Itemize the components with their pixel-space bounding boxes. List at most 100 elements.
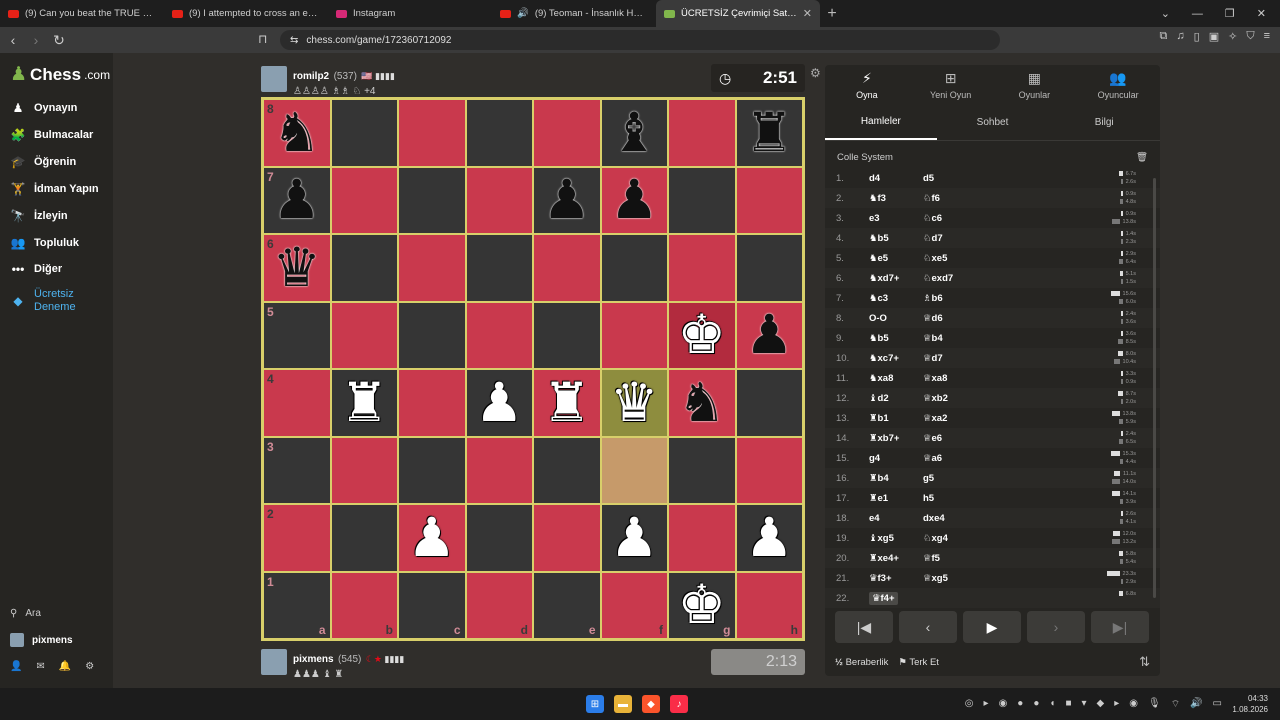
white-move[interactable]: e4 bbox=[857, 513, 923, 524]
audio-icon[interactable]: 🔊 bbox=[517, 8, 529, 19]
square-e7[interactable]: ♟ bbox=[533, 166, 601, 234]
tray-app-icon[interactable]: ● bbox=[1033, 698, 1039, 711]
player-avatar[interactable] bbox=[261, 649, 287, 675]
square-h2[interactable]: ♟ bbox=[735, 504, 803, 572]
black-move[interactable]: ♕xa8 bbox=[923, 373, 1063, 384]
white-move[interactable]: ♞b5 bbox=[857, 333, 923, 344]
square-b7[interactable] bbox=[330, 166, 398, 234]
bell-icon[interactable]: 🔔 bbox=[59, 661, 71, 672]
panel-tab[interactable]: 👥 Oyuncular bbox=[1076, 65, 1160, 105]
first-move-button[interactable]: |◀ bbox=[835, 611, 893, 643]
square-h4[interactable] bbox=[735, 369, 803, 437]
black-move[interactable]: ♘f6 bbox=[923, 193, 1063, 204]
square-b6[interactable] bbox=[330, 234, 398, 302]
chess-logo[interactable]: ♟ Chess .com bbox=[10, 63, 110, 86]
browser-tab[interactable]: (9) I attempted to cross an entire cou bbox=[164, 0, 328, 27]
square-g1[interactable]: g ♚ bbox=[668, 571, 736, 639]
square-e5[interactable] bbox=[533, 301, 601, 369]
white-king-piece[interactable]: ♚ bbox=[678, 578, 726, 632]
white-move[interactable]: ♞e5 bbox=[857, 253, 923, 264]
white-pawn-piece[interactable]: ♟ bbox=[610, 510, 658, 565]
tray-app-icon[interactable]: ■ bbox=[1065, 698, 1071, 711]
tray-app-icon[interactable]: ◖ bbox=[1049, 698, 1055, 711]
browser-tab[interactable]: (9) Can you beat the TRUE Skyblock? bbox=[0, 0, 164, 27]
square-f7[interactable]: ♟ bbox=[600, 166, 668, 234]
black-move[interactable]: g5 bbox=[923, 473, 1063, 484]
black-move[interactable]: ♗b6 bbox=[923, 293, 1063, 304]
opponent-avatar[interactable] bbox=[261, 66, 287, 92]
square-b8[interactable] bbox=[330, 99, 398, 167]
square-d2[interactable] bbox=[465, 504, 533, 572]
square-h8[interactable]: ♜ bbox=[735, 99, 803, 167]
white-pawn-piece[interactable]: ♟ bbox=[745, 510, 793, 565]
white-move[interactable]: ♜b1 bbox=[857, 413, 923, 424]
white-move[interactable]: O-O bbox=[857, 313, 923, 324]
black-move[interactable]: ♕a6 bbox=[923, 453, 1063, 464]
square-d1[interactable]: d bbox=[465, 571, 533, 639]
black-move[interactable]: ♕xg5 bbox=[923, 573, 1063, 584]
battery-icon[interactable]: ▭ bbox=[1213, 698, 1222, 711]
chess-board[interactable]: 8 ♞ ♝ ♜ 7 ♟ ♟ ♟ 6 ♛ 5 ♚ ♟ 4 ♜ ♟ ♜ ♛ ♞ 3 2 ♟ ♟ ♟ 1 a b c d e f g ♚ h bbox=[261, 97, 805, 641]
square-c7[interactable] bbox=[398, 166, 466, 234]
black-move[interactable]: ♘d7 bbox=[923, 233, 1063, 244]
square-h3[interactable] bbox=[735, 436, 803, 504]
white-rook-piece[interactable]: ♜ bbox=[543, 375, 591, 430]
square-e1[interactable]: e bbox=[533, 571, 601, 639]
black-move[interactable]: ♘xg4 bbox=[923, 533, 1063, 544]
white-move[interactable]: ♞b5 bbox=[857, 233, 923, 244]
square-g6[interactable] bbox=[668, 234, 736, 302]
white-move[interactable]: e3 bbox=[857, 213, 923, 224]
tray-app-icon[interactable]: ◎ bbox=[965, 698, 974, 711]
opponent-name[interactable]: romilp2 bbox=[293, 71, 329, 82]
sidebar-item-learn[interactable]: 🎓 Öğrenin bbox=[10, 154, 77, 170]
browser-tab[interactable]: ÜCRETSİZ Çevrimiçi Satranç Oyna ✕ bbox=[656, 0, 820, 27]
square-g5[interactable]: ♚ bbox=[668, 301, 736, 369]
sidebar-icon[interactable]: ▯ bbox=[1194, 30, 1200, 43]
black-pawn-piece[interactable]: ♟ bbox=[543, 173, 591, 227]
music-icon[interactable]: ♫ bbox=[1176, 30, 1184, 43]
sidebar-item-puzzle[interactable]: 🧩 Bulmacalar bbox=[10, 127, 94, 143]
square-d6[interactable] bbox=[465, 234, 533, 302]
black-knight-piece[interactable]: ♞ bbox=[273, 105, 321, 160]
square-a3[interactable]: 3 bbox=[263, 436, 331, 504]
square-g8[interactable] bbox=[668, 99, 736, 167]
black-move[interactable]: ♘xe5 bbox=[923, 253, 1063, 264]
tray-app-icon[interactable]: ▾ bbox=[1081, 698, 1086, 711]
square-e4[interactable]: ♜ bbox=[533, 369, 601, 437]
black-move[interactable]: dxe4 bbox=[923, 513, 1063, 524]
white-move[interactable]: ♜xe4+ bbox=[857, 553, 923, 564]
white-move[interactable]: ♜xb7+ bbox=[857, 433, 923, 444]
square-f5[interactable] bbox=[600, 301, 668, 369]
sidebar-item-community[interactable]: 👥 Topluluk bbox=[10, 235, 80, 251]
black-move[interactable]: ♕d7 bbox=[923, 353, 1063, 364]
player-name[interactable]: pixmens bbox=[293, 654, 334, 665]
back-icon[interactable]: ‹ bbox=[3, 32, 23, 48]
white-move[interactable]: ♞xa8 bbox=[857, 373, 923, 384]
black-queen-piece[interactable]: ♛ bbox=[273, 240, 321, 295]
black-move[interactable]: ♕f5 bbox=[923, 553, 1063, 564]
file-explorer-icon[interactable]: ▬ bbox=[614, 695, 632, 713]
square-c5[interactable] bbox=[398, 301, 466, 369]
white-move[interactable]: ♞xc7+ bbox=[857, 353, 923, 364]
white-rook-piece[interactable]: ♜ bbox=[340, 375, 388, 430]
white-king-piece[interactable]: ♚ bbox=[678, 308, 726, 362]
windows-start-icon[interactable]: ⊞ bbox=[586, 695, 604, 713]
square-e2[interactable] bbox=[533, 504, 601, 572]
square-e6[interactable] bbox=[533, 234, 601, 302]
square-b1[interactable]: b bbox=[330, 571, 398, 639]
sidebar-item-play[interactable]: ♟ Oynayın bbox=[10, 100, 78, 116]
square-c3[interactable] bbox=[398, 436, 466, 504]
black-bishop-piece[interactable]: ♝ bbox=[610, 105, 658, 160]
black-move[interactable]: ♕e6 bbox=[923, 433, 1063, 444]
square-f3[interactable] bbox=[600, 436, 668, 504]
black-move[interactable]: ♕b4 bbox=[923, 333, 1063, 344]
white-move[interactable]: ♞c3 bbox=[857, 293, 923, 304]
panel-tab[interactable]: ⊞ Yeni Oyun bbox=[909, 65, 993, 105]
maximize-icon[interactable]: ❐ bbox=[1225, 7, 1235, 20]
white-move[interactable]: d4 bbox=[857, 173, 923, 184]
subtab[interactable]: Hamleler bbox=[825, 105, 937, 140]
square-g2[interactable] bbox=[668, 504, 736, 572]
square-d5[interactable] bbox=[465, 301, 533, 369]
square-e3[interactable] bbox=[533, 436, 601, 504]
square-b3[interactable] bbox=[330, 436, 398, 504]
